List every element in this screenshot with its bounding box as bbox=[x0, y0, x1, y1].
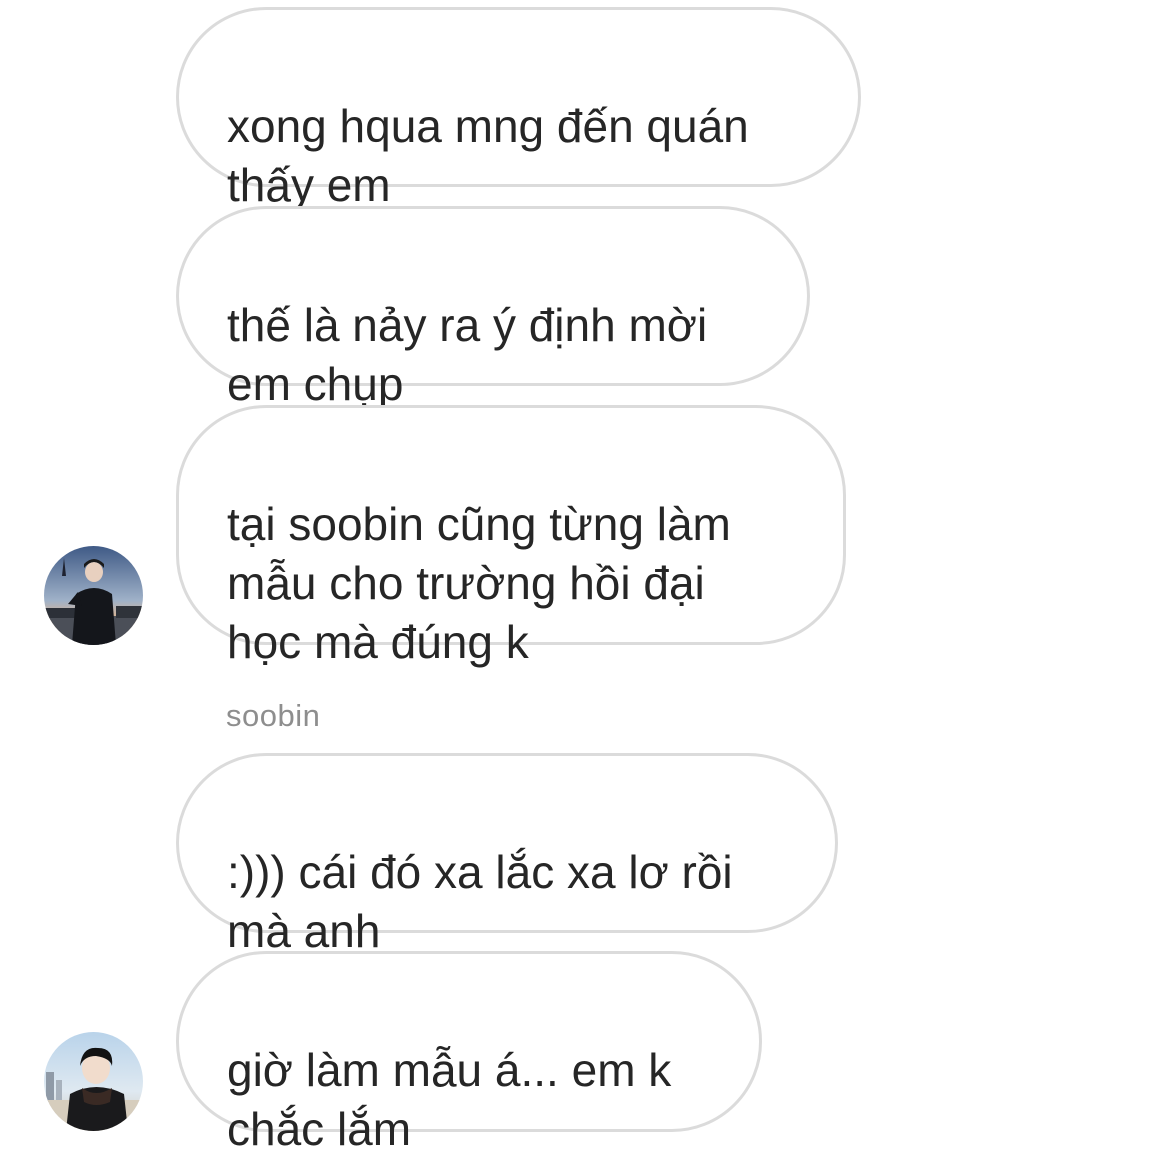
message-bubble[interactable]: giờ làm mẫu á... em k chắc lắm bbox=[176, 951, 762, 1155]
message-bubble[interactable]: thế là nảy ra ý định mời em chụp bbox=[176, 206, 810, 410]
message-text: thế là nảy ra ý định mời em chụp bbox=[227, 299, 708, 410]
message-bubble[interactable]: tại soobin cũng từng làm mẫu cho trường … bbox=[176, 405, 846, 668]
message-text: xong hqua mng đến quán thấy em bbox=[227, 100, 749, 211]
message-bubble[interactable]: :))) cái đó xa lắc xa lơ rồi mà anh bbox=[176, 753, 838, 957]
sender-name: soobin bbox=[226, 698, 321, 733]
profile-photo-icon bbox=[44, 546, 143, 645]
avatar[interactable] bbox=[44, 546, 143, 645]
message-bubble[interactable]: xong hqua mng đến quán thấy em bbox=[176, 7, 861, 211]
avatar[interactable] bbox=[44, 1032, 143, 1131]
message-text: giờ làm mẫu á... em k chắc lắm bbox=[227, 1044, 672, 1155]
message-text: :))) cái đó xa lắc xa lơ rồi mà anh bbox=[227, 846, 733, 957]
message-text: tại soobin cũng từng làm mẫu cho trường … bbox=[227, 498, 731, 668]
profile-photo-icon bbox=[44, 1032, 143, 1131]
